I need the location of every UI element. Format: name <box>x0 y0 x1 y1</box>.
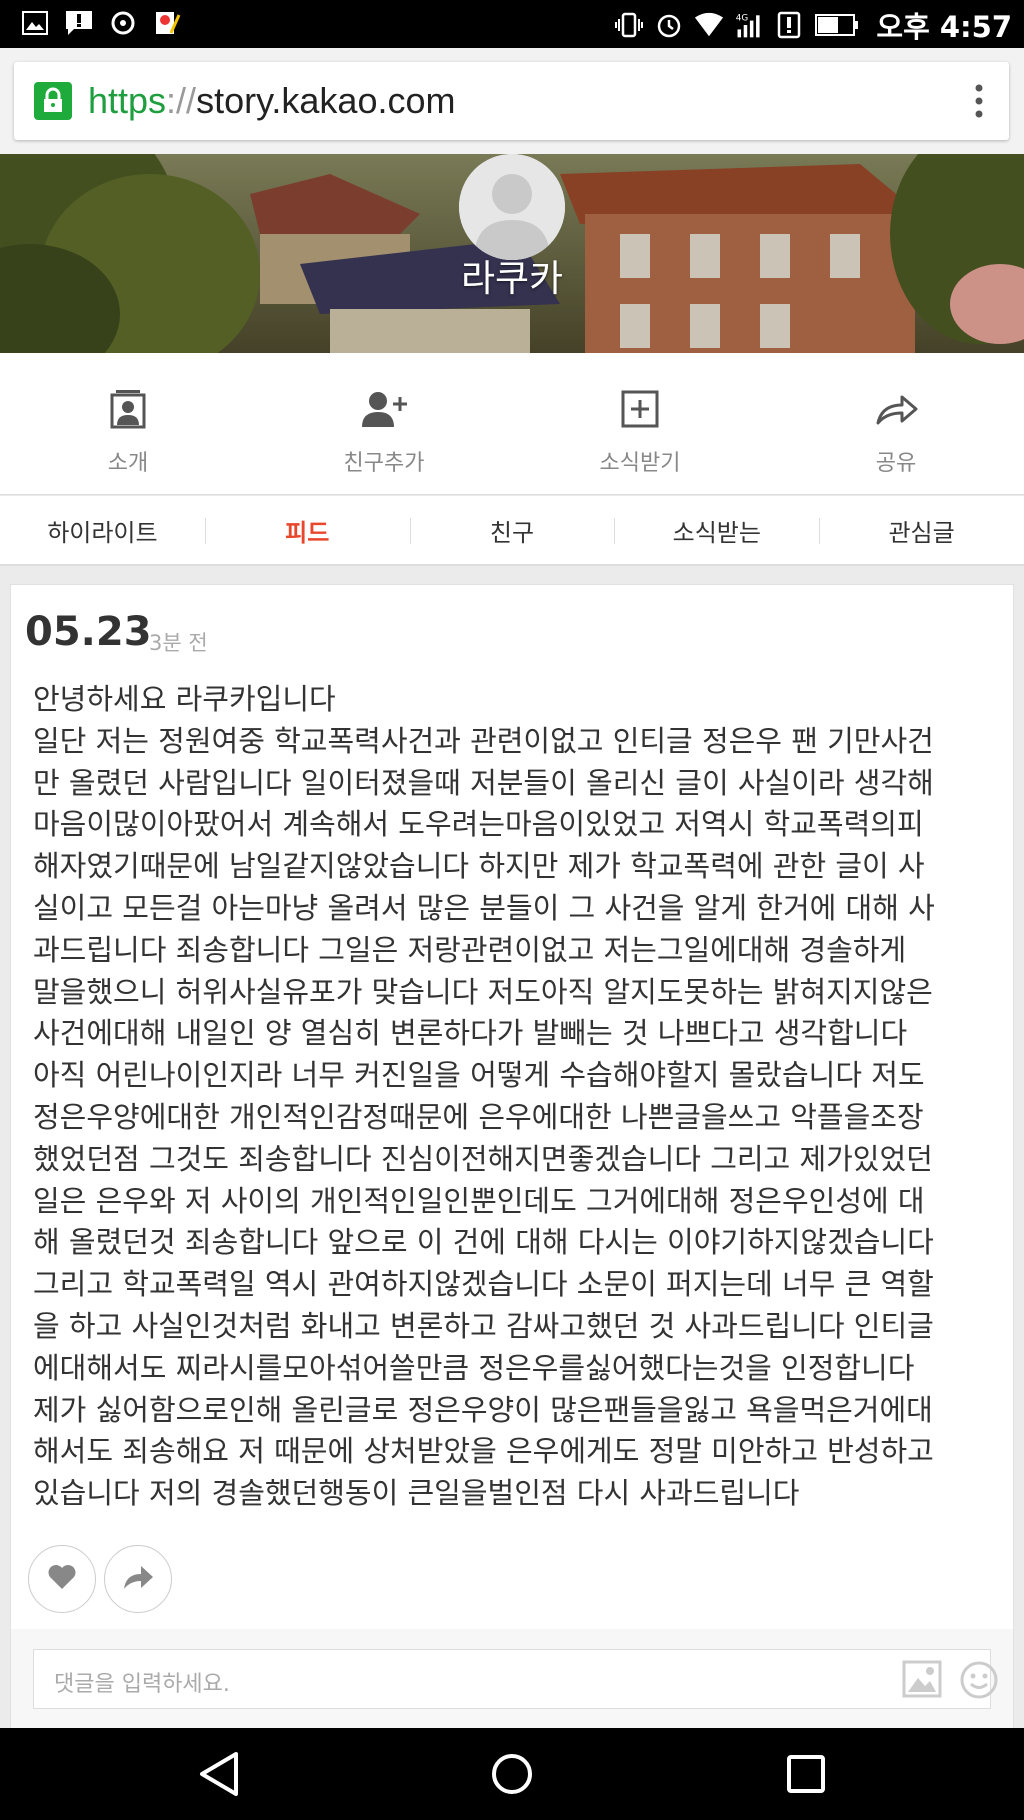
emoticon-icon[interactable] <box>958 1659 1000 1705</box>
url-separator: :// <box>166 80 197 121</box>
image-icon <box>20 8 50 38</box>
comment-input[interactable]: 댓글을 입력하세요. <box>33 1649 998 1709</box>
alarm-icon <box>654 10 684 40</box>
profile-tabs: 하이라이트 피드 친구 소식받는 관심글 <box>0 496 1024 566</box>
sync-icon <box>108 8 138 38</box>
post-line: 마음이많이아팠어서 계속해서 도우려는마음이있었고 저역시 학교폭력의피 <box>33 807 924 842</box>
post-line: 해 올렸던것 죄송합니다 앞으로 이 건에 대해 다시는 이야기하지않겠습니다 <box>33 1225 934 1260</box>
action-share-label: 공유 <box>875 451 917 476</box>
post-line: 일단 저는 정원여중 학교폭력사건과 관련이없고 인티글 정은우 팬 기만사건 <box>33 723 934 758</box>
post-line: 정은우양에대한 개인적인감정때문에 은우에대한 나쁜글을쓰고 악플을조장 <box>33 1099 924 1134</box>
status-left-icons <box>20 8 182 38</box>
heart-icon <box>47 1563 77 1595</box>
action-share-button[interactable]: 공유 <box>768 353 1024 494</box>
battery-icon <box>814 10 860 40</box>
profile-actions: 소개 친구추가 소식받기 공유 <box>0 353 1024 495</box>
post-line: 일은 은우와 저 사이의 개인적인일인뿐인데도 그거에대해 정은우인성에 대 <box>33 1183 925 1218</box>
post-line: 에대해서도 찌라시를모아섞어쓸만큼 정은우를싫어했다는것을 인정합니다 <box>33 1350 915 1385</box>
post-line: 해자였기때문에 남일같지않았습니다 하지만 제가 학교폭력에 관한 글이 사 <box>33 849 925 884</box>
post-line: 만 올렸던 사람입니다 일이터졌을때 저분들이 올리신 글이 사실이라 생각해 <box>33 765 934 800</box>
lock-icon <box>34 82 72 120</box>
avatar[interactable] <box>459 154 565 260</box>
status-time: 오후 4:57 <box>876 10 1012 44</box>
action-add-friend-label: 친구추가 <box>343 451 425 476</box>
browser-toolbar: https://story.kakao.com <box>0 48 1024 154</box>
alert-icon <box>774 10 804 40</box>
action-intro-label: 소개 <box>107 451 149 476</box>
home-icon[interactable] <box>490 1752 534 1800</box>
back-icon[interactable] <box>196 1750 242 1802</box>
post-line: 있습니다 저의 경솔했던행동이 큰일을벌인점 다시 사과드립니다 <box>33 1476 800 1511</box>
like-button[interactable] <box>28 1545 96 1613</box>
profile-name: 라쿠카 <box>460 257 564 300</box>
status-right-icons: 4G 오후 4:57 <box>614 4 1012 46</box>
post-line: 해서도 죄송해요 저 때문에 상처받았을 은우에게도 정말 미안하고 반성하고 <box>33 1434 934 1469</box>
android-nav-bar <box>0 1728 1024 1820</box>
url-text[interactable]: https://story.kakao.com <box>88 80 455 122</box>
recents-icon[interactable] <box>786 1754 826 1798</box>
status-bar: 4G 오후 4:57 <box>0 0 1024 48</box>
action-subscribe-button[interactable]: 소식받기 <box>512 353 768 494</box>
tab-feed[interactable]: 피드 <box>204 496 410 564</box>
post-line: 사건에대해 내일인 양 열심히 변론하다가 발빼는 것 나쁘다고 생각합니다 <box>33 1016 908 1051</box>
action-intro-button[interactable]: 소개 <box>0 353 256 494</box>
post-line: 과드립니다 죄송합니다 그일은 저랑관련이없고 저는그일에대해 경솔하게 <box>33 932 907 967</box>
url-host: story.kakao.com <box>196 80 456 121</box>
alert-icon <box>64 8 94 38</box>
post-time-ago: 3분 전 <box>149 631 208 655</box>
add-friend-icon <box>360 389 408 433</box>
post-line: 안녕하세요 라쿠카입니다 <box>33 682 336 716</box>
image-attach-icon[interactable] <box>902 1660 942 1702</box>
action-subscribe-label: 소식받기 <box>599 451 681 476</box>
post-line: 제가 싫어함으로인해 올린글로 정은우양이 많은팬들을잃고 욕을먹은거에대 <box>33 1392 933 1427</box>
address-bar[interactable]: https://story.kakao.com <box>14 62 1009 140</box>
signal-4g-icon: 4G <box>734 10 764 40</box>
action-add-friend-button[interactable]: 친구추가 <box>256 353 512 494</box>
post-body: 안녕하세요 라쿠카입니다일단 저는 정원여중 학교폭력사건과 관련이없고 인티글… <box>33 679 1003 1515</box>
post-date: 05.23 <box>25 609 152 655</box>
wifi-icon <box>694 10 724 40</box>
tab-friends[interactable]: 친구 <box>409 496 615 564</box>
share-icon <box>874 389 918 433</box>
overflow-menu-icon[interactable] <box>975 84 983 118</box>
post-line: 했었던점 그것도 죄송합니다 진심이전해지면좋겠습니다 그리고 제가있었던 <box>33 1141 933 1176</box>
vibrate-icon <box>614 10 644 40</box>
post-line: 말을했으니 허위사실유포가 맞습니다 저도아직 알지도못하는 밝혀지지않은 <box>33 974 933 1009</box>
app-icon <box>152 8 182 38</box>
post-line: 그리고 학교폭력일 역시 관여하지않겠습니다 소문이 퍼지는데 너무 큰 역할 <box>33 1267 934 1302</box>
post-line: 아직 어린나이인지라 너무 커진일을 어떻게 수습해야할지 몰랐습니다 저도 <box>33 1058 925 1093</box>
svg-text:4G: 4G <box>736 14 749 24</box>
profile-card-icon <box>108 389 148 433</box>
share-arrow-icon <box>122 1563 154 1595</box>
post-line: 실이고 모든걸 아는마냥 올려서 많은 분들이 그 사건을 알게 한거에 대해 … <box>33 890 935 925</box>
share-post-button[interactable] <box>104 1545 172 1613</box>
tab-subscribed[interactable]: 소식받는 <box>614 496 819 564</box>
tab-highlight[interactable]: 하이라이트 <box>0 496 205 564</box>
comment-placeholder: 댓글을 입력하세요. <box>54 1672 230 1697</box>
plus-box-icon <box>620 389 660 433</box>
post-card: 05.23 3분 전 안녕하세요 라쿠카입니다일단 저는 정원여중 학교폭력사건… <box>10 584 1014 1820</box>
url-scheme: https <box>88 80 167 121</box>
tab-interests[interactable]: 관심글 <box>819 496 1024 564</box>
post-line: 을 하고 사실인것처럼 화내고 변론하고 감싸고했던 것 사과드립니다 인티글 <box>33 1308 934 1343</box>
